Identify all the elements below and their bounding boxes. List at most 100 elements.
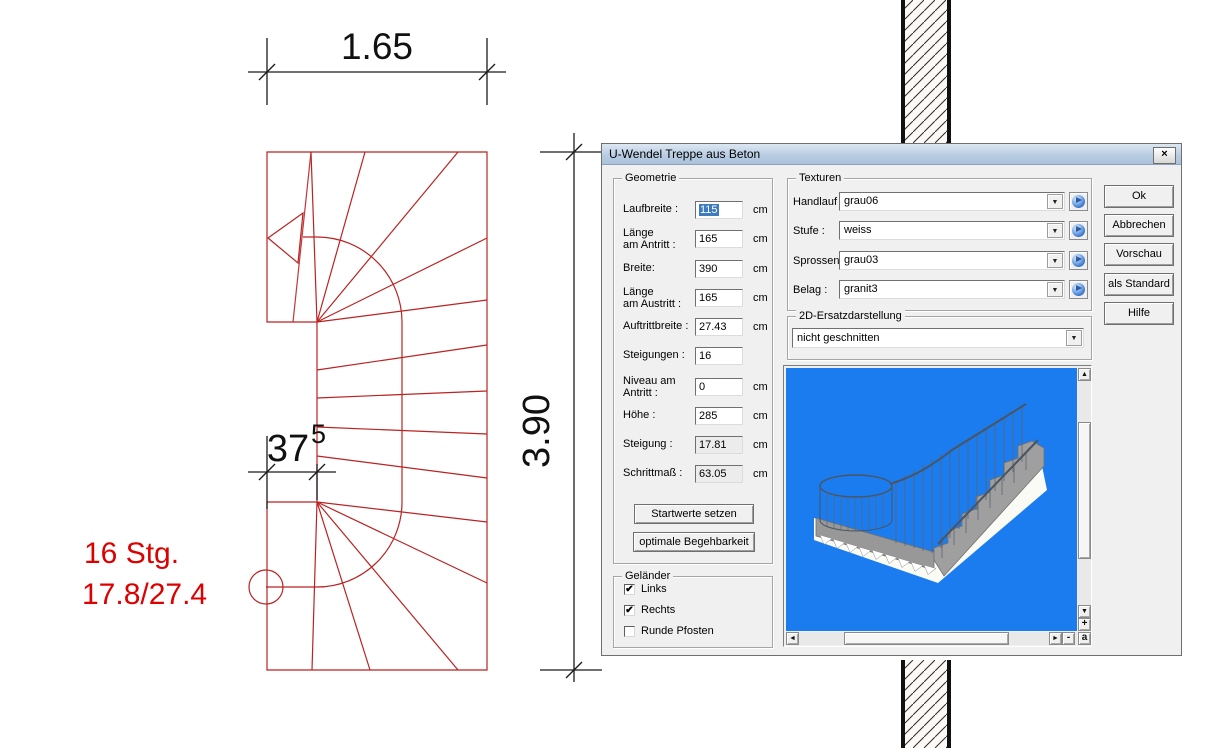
sprossen-texture-browse-button[interactable]	[1069, 251, 1088, 270]
hoehe-unit: cm	[753, 410, 768, 422]
scroll-down-button[interactable]: ▼	[1078, 605, 1091, 618]
chevron-down-icon[interactable]: ▼	[1047, 194, 1063, 209]
schrittmass-unit: cm	[753, 468, 768, 480]
laenge-antritt-unit: cm	[753, 233, 768, 245]
laufbreite-input[interactable]: 115	[695, 201, 743, 219]
laufbreite-label: Laufbreite :	[623, 203, 678, 216]
laenge-antritt-input[interactable]: 165	[695, 230, 743, 248]
stair-outline-and-treads	[267, 152, 487, 670]
arrow-left-icon: ◄	[789, 635, 796, 642]
auftrittbreite-label: Auftrittbreite :	[623, 320, 688, 333]
niveau-antritt-unit: cm	[753, 381, 768, 393]
stair-3d-render	[786, 368, 1077, 631]
belag-combobox[interactable]: granit3▼	[839, 280, 1065, 299]
minus-icon: -	[1067, 632, 1070, 643]
handlauf-texture-browse-button[interactable]	[1069, 192, 1088, 211]
check-icon: ✔	[625, 605, 633, 616]
stufe-label: Stufe :	[793, 225, 825, 238]
steigung-unit: cm	[753, 439, 768, 451]
close-icon: ×	[1161, 148, 1167, 160]
texture-arrow-icon	[1076, 256, 1082, 262]
optimal-walkability-button[interactable]: optimale Begehbarkeit	[633, 532, 755, 552]
sprossen-label: Sprossen :	[793, 255, 846, 268]
chevron-down-icon[interactable]: ▼	[1066, 330, 1082, 346]
handlauf-combobox[interactable]: grau06▼	[839, 192, 1065, 211]
scroll-right-button[interactable]: ►	[1049, 632, 1062, 645]
laenge-austritt-label: Längeam Austritt :	[623, 286, 681, 310]
breite-label: Breite:	[623, 262, 655, 275]
auftrittbreite-input[interactable]: 27.43	[695, 318, 743, 336]
breite-input[interactable]: 390	[695, 260, 743, 278]
texture-arrow-icon	[1076, 226, 1082, 232]
cancel-button[interactable]: Abbrechen	[1104, 214, 1174, 237]
railing-left-checkbox[interactable]: ✔	[624, 584, 635, 595]
arrow-down-icon: ▼	[1081, 608, 1088, 615]
arrow-up-icon: ▲	[1081, 371, 1088, 378]
dim-height-label: 3.90	[516, 394, 558, 468]
stair-3d-preview[interactable]	[786, 368, 1077, 631]
railing-right-checkbox[interactable]: ✔	[624, 605, 635, 616]
hoehe-input[interactable]: 285	[695, 407, 743, 425]
close-button[interactable]: ×	[1153, 147, 1176, 164]
wall-hatch-bottom	[903, 660, 949, 748]
arrow-right-icon: ►	[1052, 635, 1059, 642]
laenge-austritt-unit: cm	[753, 292, 768, 304]
hoehe-label: Höhe :	[623, 409, 655, 422]
ok-button[interactable]: Ok	[1104, 185, 1174, 208]
fit-all-icon: a	[1082, 632, 1088, 643]
texture-arrow-icon	[1076, 285, 1082, 291]
zoom-fit-button[interactable]: a	[1078, 632, 1091, 645]
app-canvas: 1.65 3.90 37 5 16 Stg. 17.8/27.4 U-Wende…	[0, 0, 1226, 748]
steigungen-input[interactable]: 16	[695, 347, 743, 365]
niveau-antritt-label: Niveau amAntritt :	[623, 375, 676, 399]
direction-arrow-icon	[268, 213, 303, 263]
steigungen-label: Steigungen :	[623, 349, 685, 362]
hscroll-thumb[interactable]	[844, 632, 1009, 645]
belag-label: Belag :	[793, 284, 827, 297]
stufe-combobox[interactable]: weiss▼	[839, 221, 1065, 240]
set-start-values-button[interactable]: Startwerte setzen	[634, 504, 754, 524]
stufe-texture-browse-button[interactable]	[1069, 221, 1088, 240]
dimension-lines	[248, 38, 602, 682]
laenge-austritt-input[interactable]: 165	[695, 289, 743, 307]
railing-group-title: Geländer	[622, 570, 673, 582]
scroll-left-button[interactable]: ◄	[786, 632, 799, 645]
zoom-in-button[interactable]: +	[1078, 618, 1091, 631]
help-button[interactable]: Hilfe	[1104, 302, 1174, 325]
niveau-antritt-input[interactable]: 0	[695, 378, 743, 396]
vscroll-thumb[interactable]	[1078, 422, 1091, 559]
check-icon: ✔	[625, 584, 633, 595]
railing-left-label: Links	[641, 583, 667, 596]
preview-panel: ▲ ▼ + ◄ ► - a	[783, 365, 1092, 647]
chevron-down-icon[interactable]: ▼	[1047, 282, 1063, 297]
preview-button[interactable]: Vorschau	[1104, 243, 1174, 266]
schrittmass-output: 63.05	[695, 465, 743, 483]
stair-dialog: U-Wendel Treppe aus Beton × Geometrie La…	[601, 143, 1182, 656]
dim-top-label: 1.65	[341, 26, 413, 67]
textures-group-title: Texturen	[796, 172, 844, 184]
auftrittbreite-unit: cm	[753, 321, 768, 333]
zoom-out-button[interactable]: -	[1062, 632, 1075, 645]
dim-notch-superscript: 5	[311, 419, 326, 449]
chevron-down-icon[interactable]: ▼	[1047, 253, 1063, 268]
belag-texture-browse-button[interactable]	[1069, 280, 1088, 299]
dialog-titlebar[interactable]: U-Wendel Treppe aus Beton	[602, 144, 1181, 165]
texture-arrow-icon	[1076, 197, 1082, 203]
breite-unit: cm	[753, 263, 768, 275]
replacement2d-combobox[interactable]: nicht geschnitten ▼	[792, 328, 1084, 348]
walking-line	[249, 213, 402, 604]
dimension-texts: 1.65 3.90 37 5	[267, 26, 558, 470]
replacement2d-group-title: 2D-Ersatzdarstellung	[796, 310, 905, 322]
laufbreite-value: 115	[699, 204, 719, 216]
laufbreite-unit: cm	[753, 204, 768, 216]
railing-right-label: Rechts	[641, 604, 675, 617]
handlauf-label: Handlauf :	[793, 196, 843, 209]
as-standard-button[interactable]: als Standard	[1104, 273, 1174, 296]
sprossen-combobox[interactable]: grau03▼	[839, 251, 1065, 270]
scroll-up-button[interactable]: ▲	[1078, 368, 1091, 381]
round-posts-checkbox[interactable]	[624, 626, 635, 637]
chevron-down-icon[interactable]: ▼	[1047, 223, 1063, 238]
dialog-title: U-Wendel Treppe aus Beton	[609, 147, 760, 161]
dim-notch-label: 37	[267, 428, 309, 470]
round-posts-label: Runde Pfosten	[641, 625, 714, 638]
